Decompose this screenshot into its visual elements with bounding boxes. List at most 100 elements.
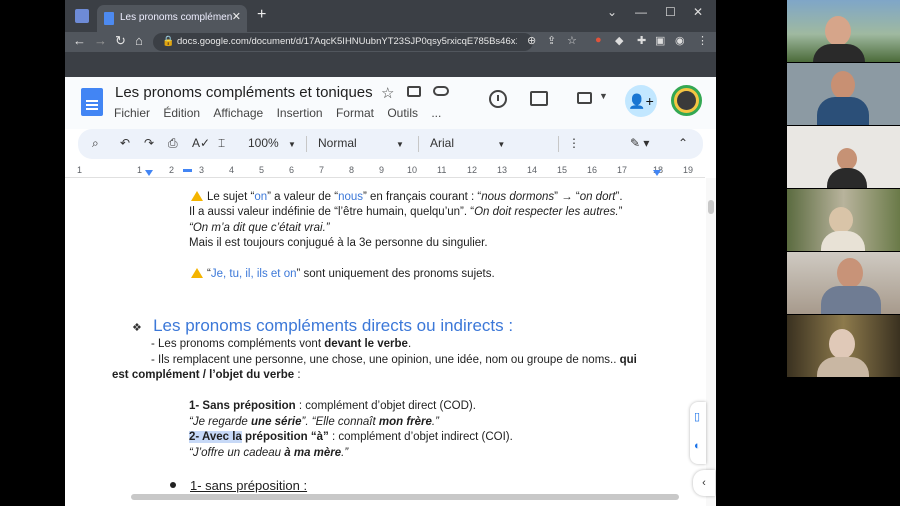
more-tools-icon[interactable]: ⋮ <box>568 136 580 150</box>
zoom-caret-icon: ▼ <box>288 140 296 149</box>
hide-menus-icon[interactable]: ⌃ <box>678 136 688 150</box>
share-page-icon[interactable]: ⇪ <box>547 34 556 47</box>
print-icon[interactable]: ⎙ <box>168 136 178 151</box>
collapse-side-panel-icon[interactable]: ‹ <box>693 470 715 496</box>
side-panel-icon[interactable]: ▣ <box>655 34 665 47</box>
version-history-icon[interactable] <box>489 90 507 108</box>
docs-logo-icon[interactable] <box>81 88 103 116</box>
editing-mode-icon[interactable]: ✎ ▾ <box>630 136 649 150</box>
participant-body <box>813 44 865 62</box>
font-select[interactable]: Arial ▼ <box>430 136 505 150</box>
tab-active[interactable]: Les pronoms compléments et to ✕ <box>97 5 247 32</box>
tab-strip: Les pronoms compléments et to ✕ + ⌄ — ☐ … <box>65 0 716 32</box>
participant-video-tile[interactable] <box>787 0 900 62</box>
new-tab-icon[interactable]: + <box>257 6 266 24</box>
bookmark-star-icon[interactable]: ☆ <box>567 34 577 47</box>
meet-dropdown-icon[interactable]: ▼ <box>599 91 608 101</box>
star-icon[interactable]: ☆ <box>381 84 394 102</box>
vertical-scrollbar[interactable] <box>706 178 716 506</box>
ruler-number: 14 <box>527 165 538 175</box>
share-button[interactable]: 👤+ <box>625 85 657 117</box>
minimize-icon[interactable]: — <box>635 5 647 19</box>
ruler-number: 7 <box>319 165 325 175</box>
calendar-icon[interactable]: ▯ <box>694 410 700 423</box>
extension-icon[interactable]: ● <box>595 34 602 46</box>
right-indent-marker[interactable] <box>653 170 661 176</box>
horizontal-scrollbar[interactable] <box>131 494 679 500</box>
zoom-icon[interactable]: ⊕ <box>527 34 536 47</box>
side-panel-tabs[interactable]: ▯ ◐ <box>690 402 706 464</box>
undo-icon[interactable]: ↶ <box>120 136 130 150</box>
redo-icon[interactable]: ↷ <box>144 136 154 150</box>
paragraph-style-select[interactable]: Normal ▼ <box>318 136 404 150</box>
address-bar[interactable]: 🔒 docs.google.com/document/d/17AqcK5IHNU… <box>153 33 533 51</box>
comments-icon[interactable] <box>530 91 548 106</box>
menu-outils[interactable]: Outils <box>387 106 418 120</box>
window-app-icon[interactable] <box>75 9 89 23</box>
paragraph: - Les pronoms compléments vont devant le… <box>151 338 412 350</box>
participant-video-tile[interactable] <box>787 189 900 251</box>
close-window-icon[interactable]: ✕ <box>693 5 703 19</box>
forward-icon[interactable]: → <box>94 33 107 48</box>
search-menus-icon[interactable]: ⌕ <box>92 136 99 151</box>
left-indent-marker[interactable] <box>145 170 153 176</box>
ruler-number: 12 <box>467 165 478 175</box>
style-caret-icon: ▼ <box>396 140 404 149</box>
maximize-icon[interactable]: ☐ <box>665 5 676 19</box>
participant-body <box>821 286 881 314</box>
menu-affichage[interactable]: Affichage <box>213 106 263 120</box>
toolbar-divider <box>558 136 559 152</box>
tab-close-icon[interactable]: ✕ <box>232 10 241 23</box>
menu-insertion[interactable]: Insertion <box>277 106 323 120</box>
tab-search-icon[interactable]: ⌄ <box>607 5 617 19</box>
text-selection[interactable]: 2- Avec la <box>189 431 242 443</box>
docs-favicon-icon <box>104 12 114 25</box>
paragraph: Le sujet “on” a valeur de “nous” en fran… <box>191 191 623 203</box>
ruler-number: 4 <box>229 165 235 175</box>
cloud-status-icon[interactable] <box>433 86 449 96</box>
participant-body <box>821 231 865 251</box>
home-icon[interactable]: ⌂ <box>135 33 143 48</box>
browser-menu-icon[interactable]: ⋮ <box>697 34 708 47</box>
ruler-number: 15 <box>557 165 568 175</box>
keep-icon[interactable]: ◐ <box>694 440 701 452</box>
ruler[interactable]: 1 1 2 3 4 5 6 7 8 9 10 11 12 13 14 15 16… <box>65 162 705 178</box>
paint-format-icon[interactable]: ⌶ <box>218 136 225 151</box>
participant-video-tile[interactable] <box>787 126 900 188</box>
menu-more[interactable]: ... <box>431 106 441 120</box>
menu-bar: Fichier Édition Affichage Insertion Form… <box>114 106 451 120</box>
ruler-number: 10 <box>407 165 418 175</box>
paragraph: Mais il est toujours conjugué à la 3e pe… <box>189 237 488 249</box>
document-page[interactable]: Le sujet “on” a valeur de “nous” en fran… <box>65 178 705 506</box>
account-avatar[interactable] <box>671 85 702 116</box>
scrollbar-thumb[interactable] <box>708 200 714 214</box>
menu-fichier[interactable]: Fichier <box>114 106 150 120</box>
participant-video-tile[interactable] <box>787 315 900 377</box>
ruler-number: 13 <box>497 165 508 175</box>
paragraph: - Ils remplacent une personne, une chose… <box>151 354 637 366</box>
toolbar-divider <box>306 136 307 152</box>
first-line-indent-marker[interactable] <box>183 169 192 172</box>
ruler-number: 1 <box>77 165 83 175</box>
zoom-select[interactable]: 100% ▼ <box>248 136 296 150</box>
participant-video-tile[interactable] <box>787 252 900 314</box>
bullet-icon <box>170 482 176 488</box>
participant-video-tile[interactable] <box>787 63 900 125</box>
meet-icon[interactable] <box>577 92 592 104</box>
warning-icon <box>191 191 203 201</box>
url-text: docs.google.com/document/d/17AqcK5IHNUub… <box>177 36 517 47</box>
style-value: Normal <box>318 136 357 150</box>
move-folder-icon[interactable] <box>407 86 421 97</box>
profile-icon[interactable]: ◉ <box>675 34 685 47</box>
extension-2-icon[interactable]: ◆ <box>615 34 623 47</box>
menu-edition[interactable]: Édition <box>163 106 200 120</box>
extensions-puzzle-icon[interactable]: ✚ <box>637 34 646 47</box>
participant-body <box>827 168 867 188</box>
back-icon[interactable]: ← <box>73 33 86 48</box>
paragraph: “Je, tu, il, ils et on” sont uniquement … <box>191 268 495 280</box>
participant-head <box>837 148 857 170</box>
document-title[interactable]: Les pronoms compléments et toniques <box>115 84 373 101</box>
menu-format[interactable]: Format <box>336 106 374 120</box>
reload-icon[interactable]: ↻ <box>115 33 126 49</box>
spellcheck-icon[interactable]: A✓ <box>192 136 210 150</box>
